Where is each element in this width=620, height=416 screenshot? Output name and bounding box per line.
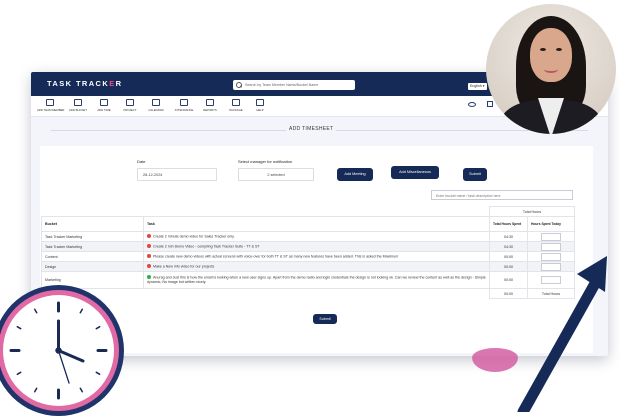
total-spent-cell: 04:30 bbox=[489, 241, 528, 252]
app-logo[interactable]: TASK TRACKER bbox=[47, 79, 122, 88]
status-red-icon bbox=[147, 234, 151, 239]
table-row: Task Tracker Marketing Create 2 minute d… bbox=[41, 231, 575, 242]
decorative-blob bbox=[472, 348, 518, 372]
spent-today-input[interactable] bbox=[541, 232, 561, 241]
bucket-cell: Design bbox=[41, 261, 144, 272]
edit-icon[interactable] bbox=[487, 101, 493, 107]
clock-face bbox=[3, 295, 114, 406]
spent-today-cell[interactable] bbox=[527, 241, 575, 252]
table-spacer bbox=[42, 207, 490, 217]
toolbar-reports[interactable]: REPORTS bbox=[197, 99, 223, 112]
search-input[interactable]: Search by Team Member Name/Bucket Name bbox=[233, 80, 355, 90]
growth-arrow-icon bbox=[517, 256, 607, 412]
toolbar-attendance[interactable]: ATTENDANCE bbox=[171, 99, 197, 112]
table-row: Design Make a New info video for our pro… bbox=[41, 261, 575, 272]
bottom-submit-button[interactable]: Submit bbox=[313, 314, 337, 324]
table-row: Task Tracker Marketing Create 2 min Demo… bbox=[41, 241, 575, 252]
toolbar-add-team-member[interactable]: ADD TEAM MEMBER bbox=[37, 99, 64, 112]
task-cell: Please create new demo videos with actua… bbox=[143, 251, 490, 262]
clock-illustration bbox=[0, 285, 124, 416]
bucket-search-input[interactable]: Enter bucket name / task description her… bbox=[431, 190, 573, 200]
add-meeting-button[interactable]: Add Meeting bbox=[337, 168, 373, 181]
column-header-total-spent: Total Hours Spent bbox=[489, 216, 528, 232]
column-header-bucket: Bucket bbox=[41, 216, 144, 232]
toolbar-package[interactable]: PACKAGE bbox=[223, 99, 249, 112]
column-header-task: Task bbox=[143, 216, 490, 232]
help-icon bbox=[256, 99, 264, 106]
add-team-member-icon bbox=[46, 99, 54, 106]
status-green-icon bbox=[147, 274, 151, 279]
language-select[interactable]: English ▾ bbox=[468, 83, 487, 90]
reports-icon bbox=[206, 99, 214, 106]
date-field[interactable]: 28-12-2024 bbox=[137, 168, 217, 181]
task-cell: Create 2 min Demo Video - compiling Task… bbox=[143, 241, 490, 252]
photo-smile bbox=[544, 66, 558, 73]
bucket-cell: Content bbox=[41, 251, 144, 262]
spent-today-input[interactable] bbox=[541, 242, 561, 251]
bucket-cell: Task Tracker Marketing bbox=[41, 231, 144, 242]
toolbar-help[interactable]: HELP bbox=[247, 99, 273, 112]
page-title: ADD TIMESHEET bbox=[286, 126, 337, 132]
timesheet-table: Total Hours Bucket Task Total Hours Spen… bbox=[41, 206, 575, 299]
manager-label: Select manager for notification bbox=[238, 159, 293, 164]
package-icon bbox=[232, 99, 240, 106]
toolbar-project[interactable]: PROJECT bbox=[117, 99, 143, 112]
attendance-icon bbox=[180, 99, 188, 106]
calendar-icon bbox=[152, 99, 160, 106]
status-red-icon bbox=[147, 254, 151, 259]
bucket-cell: Task Tracker Marketing bbox=[41, 241, 144, 252]
task-cell: Create 2 minute demo video for Sales Tra… bbox=[143, 231, 490, 242]
table-row: Marketing Anurag and Just this is how th… bbox=[41, 271, 575, 289]
status-red-icon bbox=[147, 244, 151, 249]
toolbar-calendar[interactable]: CALENDAR bbox=[143, 99, 169, 112]
user-photo bbox=[486, 4, 616, 134]
task-cell: Anurag and Just this is how the email is… bbox=[143, 271, 490, 289]
photo-eye-right bbox=[556, 48, 562, 51]
search-icon bbox=[236, 82, 242, 88]
manager-select[interactable]: 2 selected bbox=[238, 168, 314, 181]
total-hours-header: Total Hours bbox=[489, 206, 575, 217]
total-spent-cell: 04:30 bbox=[489, 231, 528, 242]
table-footer-row: 00:00 Total Hours bbox=[42, 288, 575, 299]
spent-today-cell[interactable] bbox=[527, 231, 575, 242]
toolbar-add-time[interactable]: ADD TIME bbox=[91, 99, 117, 112]
toolbar-add-bucket[interactable]: ADD BUCKET bbox=[65, 99, 91, 112]
date-label: Date bbox=[137, 159, 146, 164]
column-header-spent-today: Hours Spent Today bbox=[527, 216, 575, 232]
photo-eye-left bbox=[540, 48, 546, 51]
clock-icon bbox=[9, 301, 108, 400]
status-red-icon bbox=[147, 264, 151, 269]
search-placeholder: Search by Team Member Name/Bucket Name bbox=[245, 83, 319, 87]
eye-icon[interactable] bbox=[468, 102, 476, 107]
photo-face bbox=[530, 28, 572, 82]
add-bucket-icon bbox=[74, 99, 82, 106]
project-icon bbox=[126, 99, 134, 106]
add-miscellaneous-button[interactable]: Add Miscellaneous bbox=[391, 166, 439, 179]
table-row: Content Please create new demo videos wi… bbox=[41, 251, 575, 262]
add-time-icon bbox=[100, 99, 108, 106]
task-cell: Make a New info video for our projects bbox=[143, 261, 490, 272]
submit-button[interactable]: Submit bbox=[463, 168, 487, 181]
